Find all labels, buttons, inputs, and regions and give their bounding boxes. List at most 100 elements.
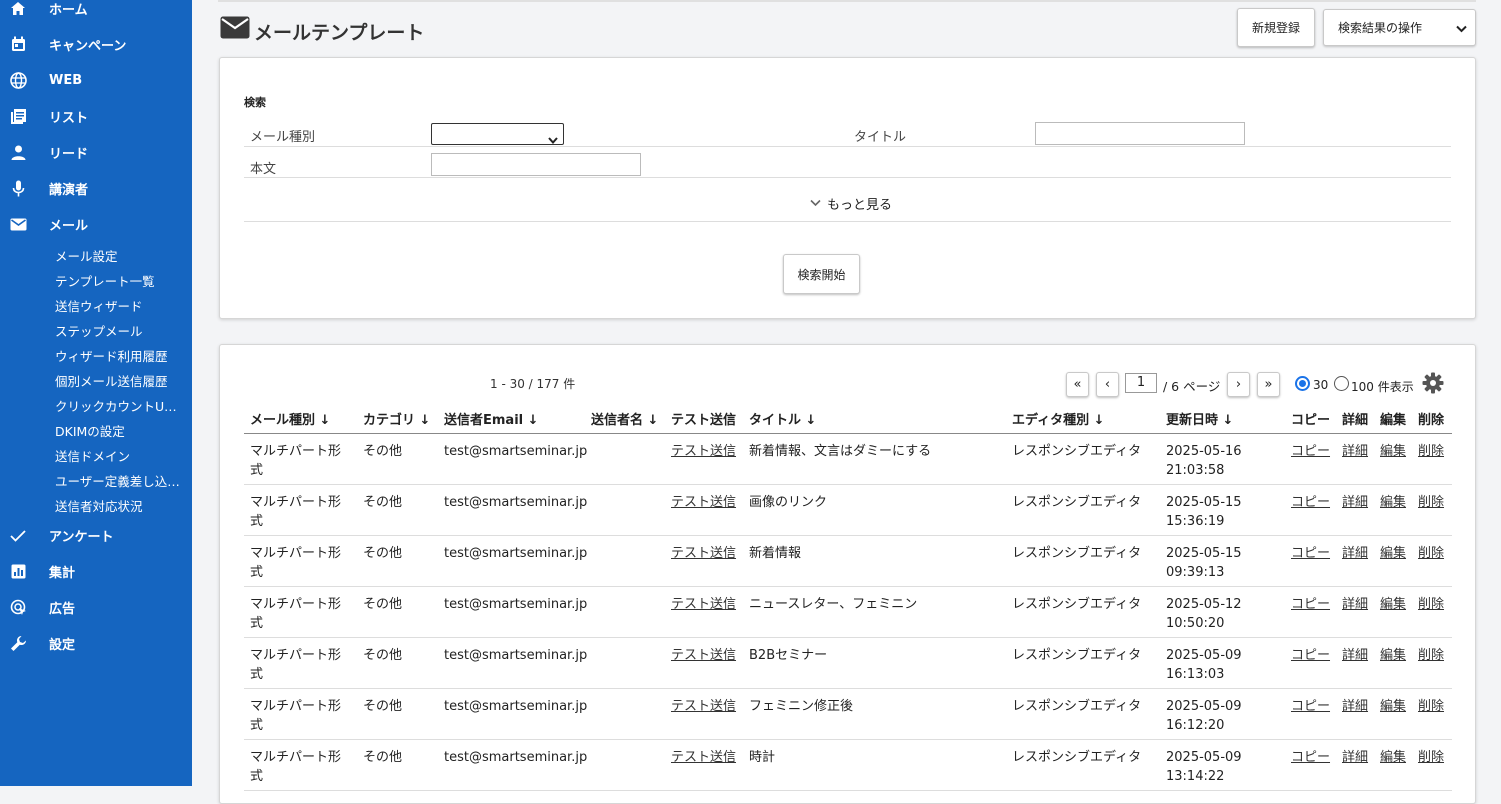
detail-link[interactable]: 詳細 [1342,646,1372,665]
test-send-link[interactable]: テスト送信 [671,544,746,563]
body-input[interactable] [431,153,641,176]
sidebar-sub-send-domain[interactable]: 送信ドメイン [55,446,189,465]
sidebar-sub-step-mail[interactable]: ステップメール [55,321,189,340]
sidebar-item-speaker[interactable]: 講演者 [0,176,192,200]
delete-link[interactable]: 削除 [1418,493,1448,512]
col-edit: 編集 [1380,413,1407,428]
edit-link[interactable]: 編集 [1380,697,1410,716]
edit-link[interactable]: 編集 [1380,544,1410,563]
cell-editor-type: レスポンシブエディタ [1012,699,1142,714]
result-count: 1 - 30 / 177 件 [490,377,576,391]
copy-link[interactable]: コピー [1291,748,1336,767]
show-more-toggle[interactable]: もっと見る [810,194,892,213]
sidebar-item-survey[interactable]: アンケート [0,523,192,547]
sidebar-sub-individual-history[interactable]: 個別メール送信履歴 [55,371,189,390]
sidebar-item-label: アンケート [49,529,114,545]
home-icon [9,0,27,17]
per-page-30-radio[interactable] [1295,376,1310,391]
sidebar-item-label: 講演者 [49,182,89,198]
sidebar-item-label: リード [49,146,89,162]
delete-link[interactable]: 削除 [1418,748,1448,767]
cell-updated-time: 21:03:58 [1166,463,1225,478]
sidebar-sub-template-list[interactable]: テンプレート一覧 [55,271,189,290]
sidebar-item-analytics[interactable]: 集計 [0,559,192,583]
col-sender-name[interactable]: 送信者名 ↓ [591,409,658,428]
cell-mail-type: マルチパート形式 [250,648,342,682]
cell-updated-time: 09:39:13 [1166,565,1225,580]
delete-link[interactable]: 削除 [1418,646,1448,665]
sidebar-item-list[interactable]: リスト [0,104,192,128]
copy-link[interactable]: コピー [1291,544,1336,563]
edit-link[interactable]: 編集 [1380,442,1410,461]
detail-link[interactable]: 詳細 [1342,544,1372,563]
cell-editor-type: レスポンシブエディタ [1012,444,1142,459]
test-send-link[interactable]: テスト送信 [671,493,746,512]
cell-mail-type: マルチパート形式 [250,699,342,733]
copy-link[interactable]: コピー [1291,646,1336,665]
edit-link[interactable]: 編集 [1380,748,1410,767]
title-input[interactable] [1035,122,1245,145]
next-page-button[interactable]: › [1227,372,1250,397]
edit-link[interactable]: 編集 [1380,646,1410,665]
copy-link[interactable]: コピー [1291,697,1336,716]
calendar-icon [9,35,27,53]
col-editor-type[interactable]: エディタ種別 ↓ [1012,409,1105,428]
sidebar-sub-click-count[interactable]: クリックカウントU… [55,396,189,415]
sidebar-item-settings[interactable]: 設定 [0,631,192,655]
delete-link[interactable]: 削除 [1418,544,1448,563]
test-send-link[interactable]: テスト送信 [671,442,746,461]
cell-category: その他 [363,699,403,714]
detail-link[interactable]: 詳細 [1342,697,1372,716]
edit-link[interactable]: 編集 [1380,595,1410,614]
mail-type-select[interactable] [431,123,564,145]
delete-link[interactable]: 削除 [1418,595,1448,614]
col-title[interactable]: タイトル ↓ [749,409,816,428]
test-send-link[interactable]: テスト送信 [671,646,746,665]
copy-link[interactable]: コピー [1291,493,1336,512]
last-page-button[interactable]: » [1257,372,1280,397]
first-page-button[interactable]: « [1066,372,1089,397]
sidebar-sub-user-defined[interactable]: ユーザー定義差し込… [55,471,189,490]
ads-icon [9,598,27,616]
search-start-button[interactable]: 検索開始 [783,254,860,294]
cell-updated-date: 2025-05-15 [1166,495,1242,510]
detail-link[interactable]: 詳細 [1342,595,1372,614]
sidebar-item-web[interactable]: WEB [0,68,192,92]
col-mail-type[interactable]: メール種別 ↓ [250,409,330,428]
sidebar-sub-sender-status[interactable]: 送信者対応状況 [55,496,189,515]
test-send-link[interactable]: テスト送信 [671,748,746,767]
cell-updated: 2025-05-12 10:50:20 [1166,595,1266,633]
detail-link[interactable]: 詳細 [1342,493,1372,512]
table-row: マルチパート形式 その他 test@smartseminar.jp テスト送信 新着情報… [244,536,1452,587]
cell-updated-time: 10:50:20 [1166,616,1225,631]
prev-page-button[interactable]: ‹ [1096,372,1119,397]
test-send-link[interactable]: テスト送信 [671,595,746,614]
page-title: メールテンプレート [220,14,424,45]
sidebar-item-ads[interactable]: 広告 [0,595,192,619]
col-updated[interactable]: 更新日時 ↓ [1166,409,1233,428]
copy-link[interactable]: コピー [1291,442,1336,461]
sidebar-item-mail[interactable]: メール [0,212,192,236]
detail-link[interactable]: 詳細 [1342,442,1372,461]
result-operations-select[interactable]: 検索結果の操作 [1323,9,1476,46]
sidebar-sub-dkim[interactable]: DKIMの設定 [55,421,189,440]
delete-link[interactable]: 削除 [1418,697,1448,716]
col-sender-email[interactable]: 送信者Email ↓ [444,409,539,428]
col-category[interactable]: カテゴリ ↓ [363,409,430,428]
sidebar-item-lead[interactable]: リード [0,140,192,164]
body-label: 本文 [250,162,277,177]
sidebar-sub-mail-settings[interactable]: メール設定 [55,246,189,265]
page-number-input[interactable]: 1 [1125,373,1157,393]
edit-link[interactable]: 編集 [1380,493,1410,512]
sidebar-item-campaign[interactable]: キャンペーン [0,32,192,56]
detail-link[interactable]: 詳細 [1342,748,1372,767]
sidebar-sub-send-wizard[interactable]: 送信ウィザード [55,296,189,315]
gear-icon[interactable] [1422,372,1444,398]
sidebar-item-home[interactable]: ホーム [0,0,192,20]
new-register-button[interactable]: 新規登録 [1237,8,1315,47]
test-send-link[interactable]: テスト送信 [671,697,746,716]
copy-link[interactable]: コピー [1291,595,1336,614]
delete-link[interactable]: 削除 [1418,442,1448,461]
sidebar-sub-wizard-history[interactable]: ウィザード利用履歴 [55,346,189,365]
per-page-100-radio[interactable] [1334,376,1349,391]
